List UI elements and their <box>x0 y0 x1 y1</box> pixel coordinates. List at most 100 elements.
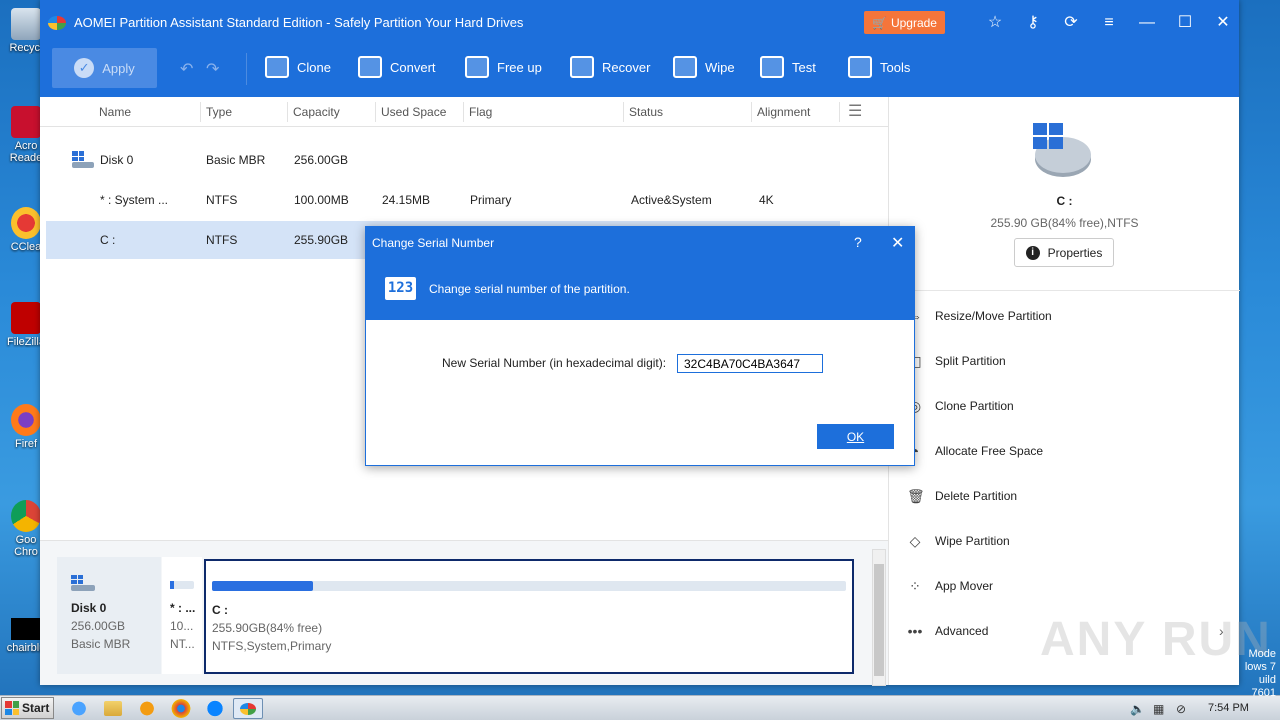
star-icon[interactable]: ☆ <box>984 12 1006 34</box>
column-header-alignment[interactable]: Alignment <box>757 105 810 119</box>
free-up-icon <box>465 56 489 78</box>
ok-button[interactable]: OK <box>817 424 894 449</box>
security-icon[interactable]: ⊘ <box>1176 702 1186 716</box>
column-header-flag[interactable]: Flag <box>469 105 492 119</box>
toolbar: ✓ Apply ↶ ↷ Clone Convert Free up Recove… <box>40 45 1239 97</box>
usage-fill <box>212 581 314 591</box>
apply-button[interactable]: ✓ Apply <box>52 48 157 88</box>
convert-tool[interactable]: Convert <box>358 55 436 79</box>
tool-label: Clone <box>297 59 331 75</box>
dialog-title: Change Serial Number <box>372 236 495 250</box>
taskbar-chrome-icon[interactable] <box>168 698 194 719</box>
acrobat-icon <box>11 106 41 138</box>
disk-name: Disk 0 <box>71 601 107 615</box>
partition-size: 10... <box>170 619 194 633</box>
recover-tool[interactable]: Recover <box>570 55 650 79</box>
refresh-icon[interactable]: ⟳ <box>1060 12 1082 34</box>
start-button[interactable]: Start <box>1 697 54 719</box>
cell-used-space: 24.15MB <box>382 193 431 207</box>
tools-tool[interactable]: Tools <box>848 55 910 79</box>
scroll-thumb[interactable] <box>874 564 884 676</box>
table-row[interactable]: * : System ... NTFS 100.00MB 24.15MB Pri… <box>46 181 840 219</box>
op-resize-move-partition[interactable]: ⇔ Resize/Move Partition <box>907 306 1052 326</box>
column-header-name[interactable]: Name <box>99 105 131 119</box>
op-allocate-free-space[interactable]: ◔ Allocate Free Space <box>907 441 1043 461</box>
selected-drive-label: C : <box>1056 194 1073 208</box>
op-label: Allocate Free Space <box>935 444 1044 458</box>
table-row[interactable]: Disk 0 Basic MBR 256.00GB <box>46 141 840 179</box>
tool-label: Wipe <box>705 59 735 75</box>
serial-number-label: New Serial Number (in hexadecimal digit)… <box>442 356 667 370</box>
c-partition-block[interactable]: C : 255.90GB(84% free) NTFS,System,Prima… <box>204 559 854 674</box>
op-app-mover[interactable]: ⁘ App Mover <box>907 576 993 596</box>
cell-type: Basic MBR <box>206 153 266 167</box>
column-header-type[interactable]: Type <box>206 105 232 119</box>
op-advanced[interactable]: ••• Advanced <box>907 621 989 641</box>
taskbar-ie-icon[interactable] <box>66 698 92 719</box>
taskbar-aomei-icon[interactable] <box>233 698 263 719</box>
disk-map-scrollbar[interactable] <box>872 549 886 686</box>
upgrade-label: Upgrade <box>890 15 937 30</box>
minimize-icon[interactable]: — <box>1136 12 1158 34</box>
volume-icon[interactable]: 🔈 <box>1130 702 1145 716</box>
aomei-logo-icon <box>48 15 66 30</box>
partition-usage-bar <box>212 581 846 591</box>
convert-icon <box>358 56 382 78</box>
op-wipe-partition[interactable]: ◇ Wipe Partition <box>907 531 1010 551</box>
close-icon[interactable]: ✕ <box>1212 12 1234 34</box>
cell-type: NTFS <box>206 233 238 247</box>
cell-capacity: 256.00GB <box>294 153 349 167</box>
more-icon: ••• <box>907 623 923 639</box>
taskbar: Start 🔈 ▦ ⊘ 7:54 PM <box>0 695 1280 720</box>
column-divider <box>287 102 288 122</box>
maximize-icon[interactable]: ☐ <box>1174 12 1196 34</box>
partition-info: NTFS,System,Primary <box>212 639 332 653</box>
key-icon[interactable]: ⚷ <box>1022 12 1044 34</box>
column-settings-icon[interactable]: ☰ <box>848 101 862 121</box>
serial-number-input[interactable] <box>677 354 823 373</box>
op-delete-partition[interactable]: 🗑 Delete Partition <box>907 486 1017 506</box>
upgrade-button[interactable]: 🛒 Upgrade <box>864 11 945 34</box>
taskbar-media-player-icon[interactable] <box>134 698 160 719</box>
disk-size: 256.00GB <box>71 619 126 633</box>
info-icon: i <box>1025 245 1040 260</box>
cell-capacity: 255.90GB <box>294 233 349 247</box>
redo-icon[interactable]: ↷ <box>206 59 219 79</box>
clone-icon <box>265 56 289 78</box>
taskbar-explorer-icon[interactable] <box>104 701 122 716</box>
partition-size: 255.90GB(84% free) <box>212 621 323 635</box>
op-clone-partition[interactable]: ◎ Clone Partition <box>907 396 1014 416</box>
cart-icon: 🛒 <box>872 15 887 30</box>
op-split-partition[interactable]: ◧ Split Partition <box>907 351 1005 371</box>
menu-icon[interactable]: ≡ <box>1098 12 1120 34</box>
cell-type: NTFS <box>206 193 238 207</box>
window-title: AOMEI Partition Assistant Standard Editi… <box>74 15 524 30</box>
free-up-tool[interactable]: Free up <box>465 55 542 79</box>
disk-type: Basic MBR <box>71 637 131 651</box>
wipe-tool[interactable]: Wipe <box>673 55 735 79</box>
op-label: Wipe Partition <box>935 534 1010 548</box>
properties-label: Properties <box>1047 245 1103 260</box>
cell-alignment: 4K <box>759 193 774 207</box>
network-icon[interactable]: ▦ <box>1153 702 1164 716</box>
properties-button[interactable]: i Properties <box>1014 238 1114 267</box>
eraser-icon: ◇ <box>909 533 921 549</box>
taskbar-edge-icon[interactable] <box>202 698 228 719</box>
column-header-status[interactable]: Status <box>629 105 663 119</box>
column-header-capacity[interactable]: Capacity <box>293 105 340 119</box>
dialog-subtitle: Change serial number of the partition. <box>429 282 630 296</box>
undo-icon[interactable]: ↶ <box>180 59 193 79</box>
table-header: Name Type Capacity Used Space Flag Statu… <box>40 97 888 127</box>
help-icon[interactable]: ? <box>854 234 862 250</box>
op-label: App Mover <box>935 579 994 593</box>
column-header-used-space[interactable]: Used Space <box>381 105 446 119</box>
disk-summary[interactable]: Disk 0 256.00GB Basic MBR <box>57 557 161 674</box>
test-tool[interactable]: Test <box>760 55 816 79</box>
windows-logo-icon <box>5 701 19 715</box>
windows-mode-text: Mode lows 7 uild 7601 <box>1232 648 1276 700</box>
clone-tool[interactable]: Clone <box>265 55 331 79</box>
system-partition-block[interactable]: * : ... 10... NT... <box>162 557 202 674</box>
system-clock[interactable]: 7:54 PM <box>1208 702 1249 714</box>
tool-label: Recover <box>602 59 651 75</box>
close-icon[interactable]: ✕ <box>891 233 904 253</box>
